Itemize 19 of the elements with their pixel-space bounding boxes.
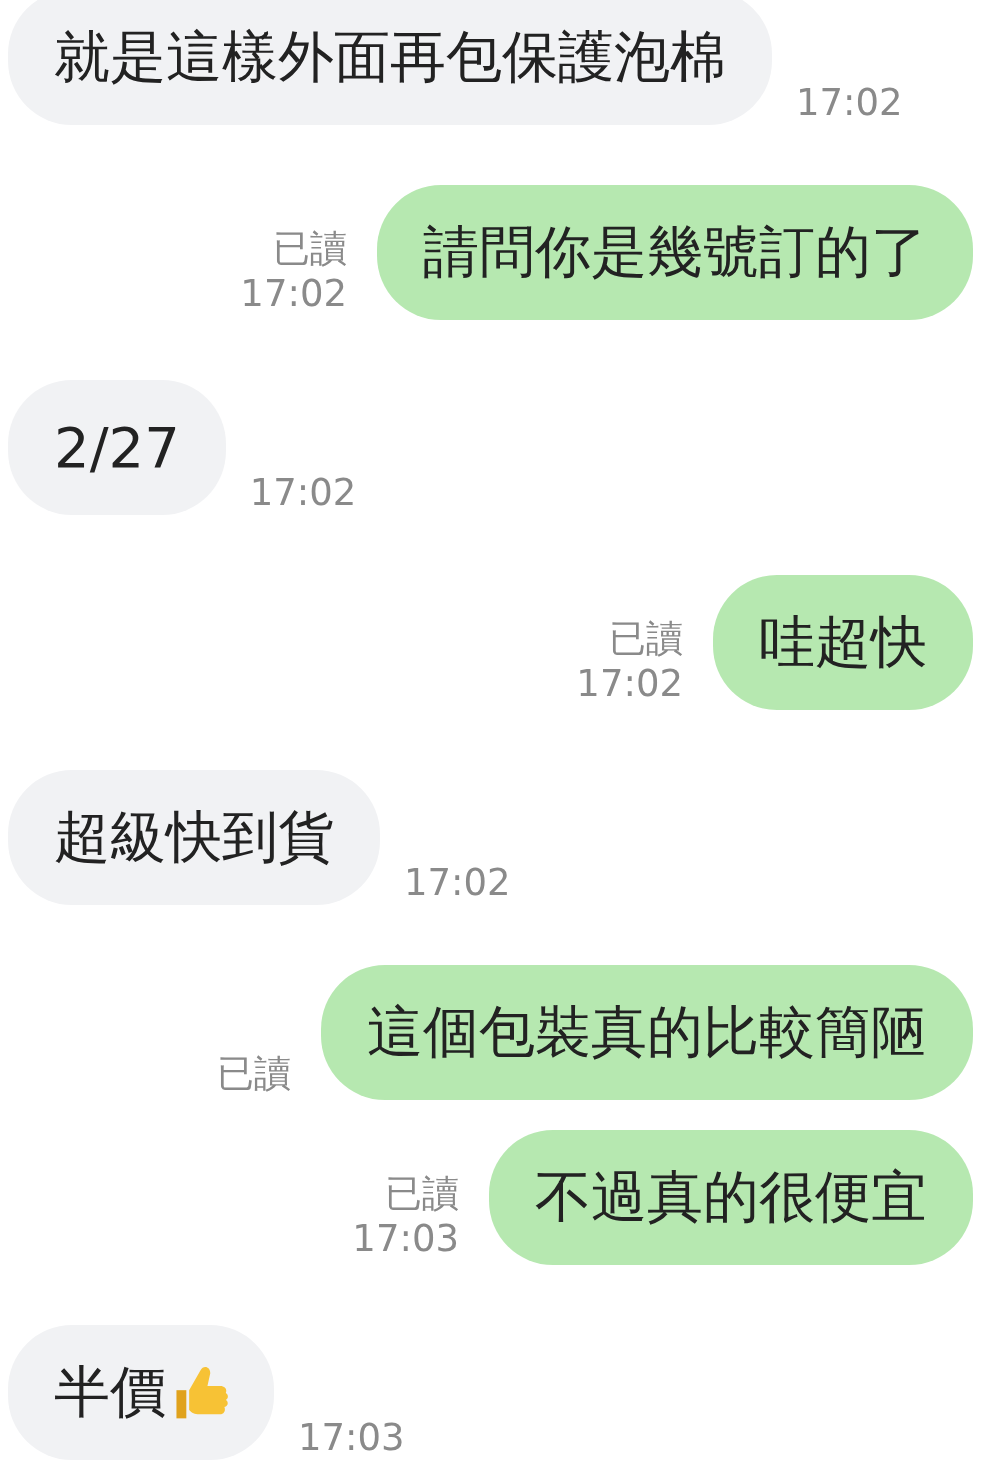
message-bubble: 半價 xyxy=(8,1325,274,1460)
message-bubble: 請問你是幾號訂的了 xyxy=(377,185,973,320)
read-receipt: 已讀 xyxy=(385,1172,459,1217)
read-receipt: 已讀 xyxy=(217,1051,291,1096)
timestamp: 17:03 xyxy=(298,1415,405,1460)
read-receipt: 已讀 xyxy=(273,227,347,272)
message-bubble: 哇超快 xyxy=(713,575,973,710)
read-receipt: 已讀 xyxy=(609,617,683,662)
message-bubble: 2/27 xyxy=(8,380,226,515)
timestamp: 17:02 xyxy=(796,80,903,125)
timestamp: 17:02 xyxy=(576,661,683,706)
message-bubble: 不過真的很便宜 xyxy=(489,1130,973,1265)
timestamp: 17:02 xyxy=(240,271,347,316)
timestamp: 17:02 xyxy=(249,470,357,515)
message-bubble: 這個包裝真的比較簡陋 xyxy=(321,965,973,1100)
timestamp: 17:02 xyxy=(404,860,511,905)
message-bubble: 就是這樣外面再包保護泡棉 xyxy=(8,0,772,125)
message-bubble: 超級快到貨 xyxy=(8,770,380,905)
timestamp: 17:03 xyxy=(352,1216,459,1261)
